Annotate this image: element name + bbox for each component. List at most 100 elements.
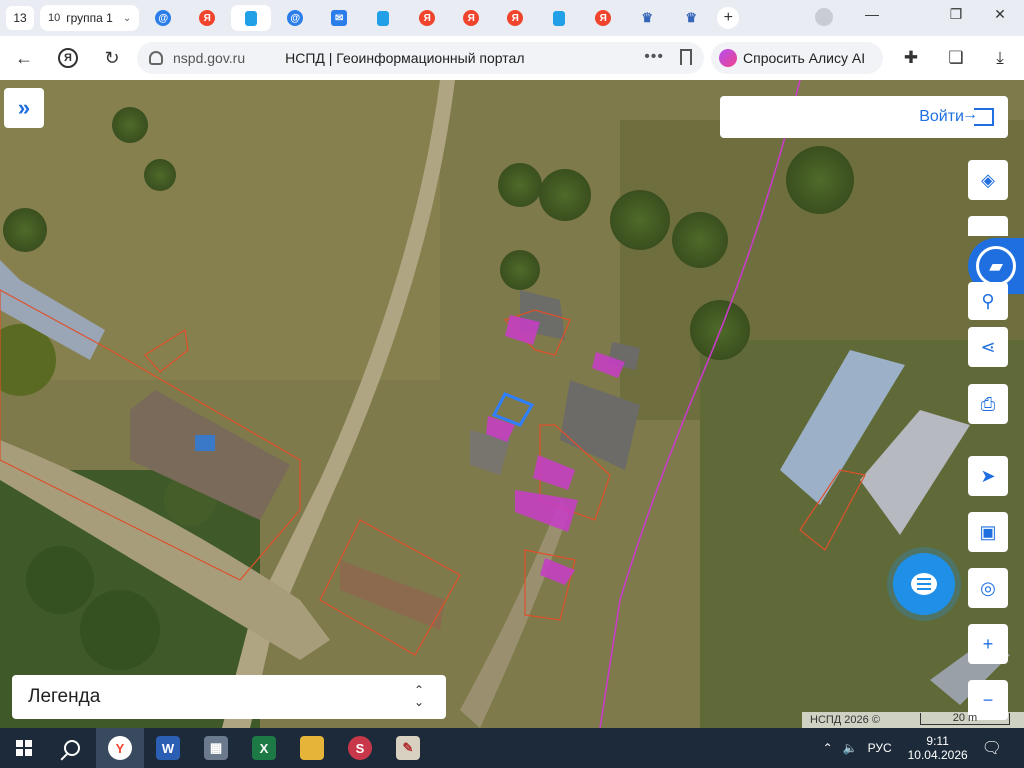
tab-group[interactable]: 10 группа 1 ⌄ xyxy=(40,5,140,31)
volume-icon[interactable]: 🔈 xyxy=(843,741,858,755)
yandex-icon: Я xyxy=(463,10,480,26)
share-icon: ⋖ xyxy=(980,336,996,357)
yandex-icon: Я xyxy=(58,48,78,68)
start-button[interactable] xyxy=(0,728,48,768)
page-title: НСПД | Геоинформационный портал xyxy=(285,50,525,66)
clock-date: 10.04.2026 xyxy=(907,748,968,762)
calculator-icon: ▦ xyxy=(204,736,228,760)
paint-icon: ✎ xyxy=(396,736,420,760)
double-chevron-right-icon: » xyxy=(17,95,31,120)
login-icon xyxy=(962,106,994,126)
taskbar-excel[interactable]: X xyxy=(240,728,288,768)
taskbar-word[interactable]: W xyxy=(144,728,192,768)
measure-button[interactable] xyxy=(968,216,1008,236)
download-icon[interactable]: ⤓ xyxy=(988,46,1012,70)
more-icon[interactable]: ••• xyxy=(644,48,664,66)
chat-button[interactable] xyxy=(893,553,955,615)
back-button[interactable]: ← xyxy=(10,44,38,72)
notifications-icon[interactable]: 🗨 xyxy=(982,738,1002,758)
eagle-emblem-icon: ♛ xyxy=(685,10,698,25)
ask-alice-button[interactable]: Спросить Алису AI xyxy=(711,42,883,74)
login-button[interactable]: Войти xyxy=(720,96,1008,138)
tab[interactable] xyxy=(363,5,403,31)
tab[interactable]: @ xyxy=(143,5,183,31)
tab[interactable]: ✉ xyxy=(319,5,359,31)
word-icon: W xyxy=(156,736,180,760)
document-icon xyxy=(377,10,390,26)
new-tab-button[interactable]: + xyxy=(717,7,740,29)
search-binoculars-icon: ⚲ xyxy=(981,290,995,311)
tab-counter[interactable]: 13 xyxy=(6,6,34,30)
scale-label: 20 m xyxy=(952,712,978,724)
profile-icon[interactable] xyxy=(815,8,833,26)
eagle-emblem-icon: ♛ xyxy=(641,10,654,25)
geolocate-button[interactable]: ➤ xyxy=(968,456,1008,496)
tab[interactable]: ♛ xyxy=(671,5,711,31)
at-mail-icon: @ xyxy=(155,10,172,26)
print-button[interactable]: ⎙ xyxy=(968,384,1008,424)
taskbar-app-paint[interactable]: ✎ xyxy=(384,728,432,768)
tab[interactable]: Я xyxy=(187,5,227,31)
extensions-icon[interactable]: ✚ xyxy=(899,46,923,70)
yandex-icon: Я xyxy=(419,10,436,26)
bookmark-icon[interactable] xyxy=(680,49,692,65)
satellite-imagery xyxy=(0,80,1024,728)
tab[interactable] xyxy=(539,5,579,31)
expand-panel-button[interactable]: » xyxy=(4,88,44,128)
url-field[interactable]: nspd.gov.ru НСПД | Геоинформационный пор… xyxy=(137,42,704,74)
yandex-home-button[interactable]: Я xyxy=(54,44,82,72)
legend-selector[interactable]: Легенда ⌃ ⌄ xyxy=(12,675,446,719)
minimize-icon[interactable]: — xyxy=(862,6,882,22)
minus-icon: − xyxy=(982,689,994,710)
document-icon xyxy=(245,10,258,26)
layers-icon: ◈ xyxy=(981,169,995,190)
login-label: Войти xyxy=(919,108,964,125)
tab[interactable]: Я xyxy=(495,5,535,31)
tab-active[interactable] xyxy=(231,5,272,31)
yandex-icon: Я xyxy=(199,10,216,26)
taskbar-explorer[interactable] xyxy=(288,728,336,768)
printer-icon: ⎙ xyxy=(980,393,996,414)
restore-icon[interactable]: ❐ xyxy=(946,6,966,23)
windows-icon xyxy=(16,740,32,756)
map-canvas[interactable]: циан ID 328830016 xyxy=(0,80,1024,728)
taskbar-calculator[interactable]: ▦ xyxy=(192,728,240,768)
lock-icon xyxy=(149,51,163,65)
search-objects-button[interactable]: ⚲ xyxy=(968,282,1008,320)
sort-arrows-icon: ⌃ ⌄ xyxy=(413,683,424,709)
windows-taskbar: Y W ▦ X S ✎ ⌃ 🔈 РУС 9:11 10.04.2026 🗨 xyxy=(0,728,1024,768)
reload-button[interactable]: ↻ xyxy=(98,44,126,72)
zoom-in-button[interactable]: + xyxy=(968,624,1008,664)
document-icon xyxy=(553,10,566,26)
excel-icon: X xyxy=(252,736,276,760)
tab-group-label: группа 1 xyxy=(66,11,113,25)
tab[interactable]: ♛ xyxy=(627,5,667,31)
search-location-button[interactable]: ◎ xyxy=(968,568,1008,608)
collections-icon[interactable]: ❏ xyxy=(944,46,968,70)
layers-button[interactable]: ◈ xyxy=(968,160,1008,200)
minimap-button[interactable]: ▣ xyxy=(968,512,1008,552)
chat-icon xyxy=(911,573,937,595)
yandex-browser-icon: Y xyxy=(108,736,132,760)
at-mail-icon: @ xyxy=(287,10,304,26)
search-button[interactable] xyxy=(48,728,96,768)
tab[interactable]: @ xyxy=(275,5,315,31)
yandex-icon: Я xyxy=(507,10,524,26)
taskbar-yandex-browser[interactable]: Y xyxy=(96,728,144,768)
folder-icon: ▰ xyxy=(976,246,1016,286)
tab[interactable]: Я xyxy=(407,5,447,31)
clock[interactable]: 9:11 10.04.2026 xyxy=(908,734,968,762)
navigation-arrow-icon: ➤ xyxy=(980,465,996,486)
share-button[interactable]: ⋖ xyxy=(968,327,1008,367)
scale-bar: 20 m xyxy=(920,713,1010,725)
tab[interactable]: Я xyxy=(583,5,623,31)
attribution-text: НСПД 2026 © xyxy=(810,714,880,726)
search-icon xyxy=(64,740,80,756)
chevron-down-icon: ⌄ xyxy=(122,12,132,24)
language-indicator[interactable]: РУС xyxy=(868,741,892,755)
location-search-icon: ◎ xyxy=(980,577,996,598)
chevron-up-icon[interactable]: ⌃ xyxy=(823,741,833,755)
taskbar-app-s[interactable]: S xyxy=(336,728,384,768)
close-icon[interactable]: ✕ xyxy=(990,6,1010,23)
tab[interactable]: Я xyxy=(451,5,491,31)
